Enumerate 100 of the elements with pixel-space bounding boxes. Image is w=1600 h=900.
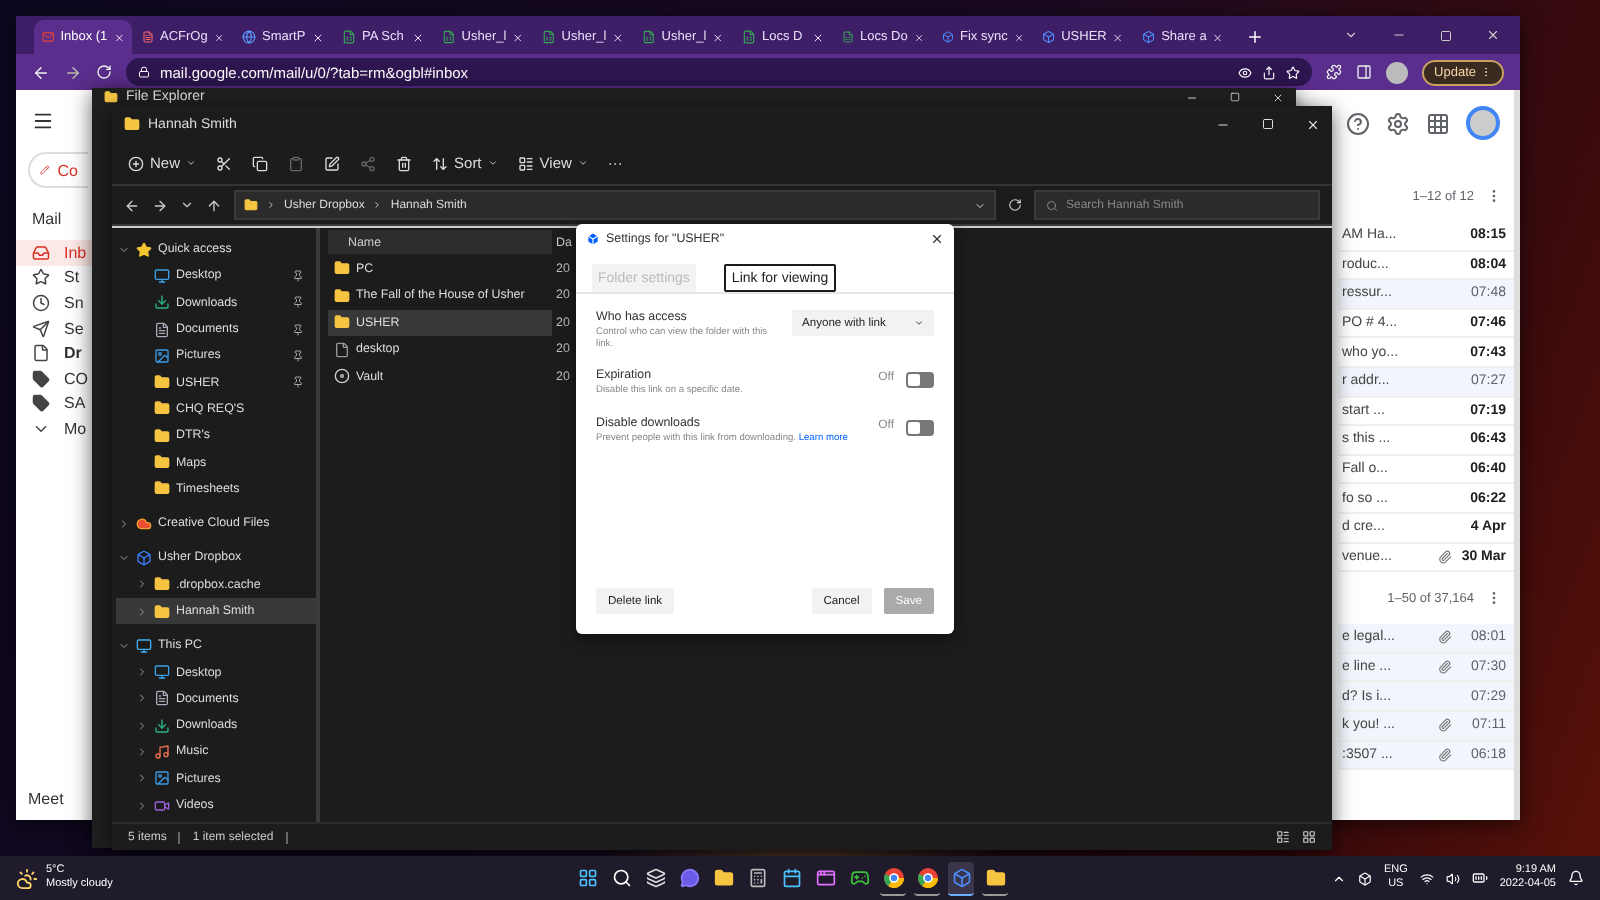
box-icon bbox=[942, 30, 954, 44]
cut-icon[interactable] bbox=[216, 155, 233, 171]
folder-icon bbox=[985, 867, 1005, 887]
spreadsheet-icon bbox=[742, 30, 756, 44]
folder-icon bbox=[154, 427, 170, 444]
nav-item[interactable]: Mo bbox=[16, 416, 92, 442]
maximize-icon[interactable] bbox=[1230, 92, 1240, 102]
minimize-icon[interactable] bbox=[1186, 91, 1198, 103]
nav-item[interactable]: Inb bbox=[16, 240, 92, 266]
apps-icon[interactable] bbox=[1426, 111, 1450, 135]
folder-icon bbox=[154, 400, 170, 417]
chevron-right-icon[interactable] bbox=[135, 578, 147, 591]
compose-button[interactable]: Co bbox=[28, 152, 88, 188]
extensions-icon[interactable] bbox=[1326, 64, 1343, 80]
settings-icon[interactable] bbox=[1386, 111, 1410, 135]
help-icon[interactable] bbox=[1346, 111, 1370, 135]
forward-icon[interactable] bbox=[64, 63, 82, 81]
chevron-down-icon[interactable] bbox=[1344, 28, 1358, 42]
chevron-right-icon[interactable] bbox=[135, 692, 147, 705]
forward-icon[interactable] bbox=[152, 197, 168, 213]
chevron-right-icon[interactable] bbox=[135, 745, 147, 758]
caret-icon bbox=[487, 158, 498, 168]
monitor-icon bbox=[154, 664, 170, 681]
box-icon bbox=[586, 231, 600, 245]
avatar[interactable] bbox=[1386, 61, 1409, 83]
avatar[interactable] bbox=[1466, 106, 1500, 140]
eye-icon[interactable] bbox=[1238, 65, 1253, 79]
new-tab-icon[interactable] bbox=[1246, 28, 1264, 46]
folder-icon bbox=[154, 603, 170, 619]
toggle-switch[interactable] bbox=[906, 419, 934, 436]
nav-item[interactable]: SA bbox=[16, 391, 92, 417]
plus-icon bbox=[128, 155, 144, 171]
folder-icon bbox=[334, 314, 350, 330]
chevron-right-icon[interactable] bbox=[117, 517, 129, 530]
label-icon bbox=[32, 369, 50, 388]
menu-icon[interactable] bbox=[32, 110, 54, 132]
folder-icon bbox=[334, 287, 350, 303]
video-icon bbox=[154, 797, 170, 814]
nav-item[interactable]: Se bbox=[16, 315, 92, 341]
wifi-icon[interactable] bbox=[1419, 871, 1434, 885]
back-icon[interactable] bbox=[32, 63, 50, 81]
chevron-right-icon bbox=[266, 200, 276, 210]
box-icon[interactable] bbox=[1357, 871, 1372, 885]
notification-icon[interactable] bbox=[1568, 870, 1584, 886]
taskbar-button[interactable] bbox=[948, 861, 974, 895]
minimize-icon[interactable] bbox=[1392, 28, 1406, 42]
battery-icon[interactable] bbox=[1471, 870, 1488, 886]
back-icon[interactable] bbox=[124, 197, 140, 213]
volume-icon[interactable] bbox=[1445, 871, 1460, 885]
lock-icon bbox=[138, 66, 150, 78]
sort-icon bbox=[432, 155, 449, 171]
mail-icon bbox=[42, 30, 55, 44]
rename-icon[interactable] bbox=[324, 155, 341, 171]
tiles-view-icon[interactable] bbox=[1302, 830, 1316, 844]
reload-icon[interactable] bbox=[96, 64, 112, 80]
bookmark-icon[interactable] bbox=[1286, 65, 1301, 79]
delete-icon[interactable] bbox=[396, 155, 413, 171]
chevron-right-icon[interactable] bbox=[135, 719, 147, 732]
search-icon bbox=[611, 867, 631, 887]
caret-icon bbox=[577, 158, 588, 168]
folder-icon bbox=[154, 454, 170, 471]
refresh-icon[interactable] bbox=[1008, 198, 1022, 212]
side-panel-icon[interactable] bbox=[1356, 64, 1373, 80]
nav-item[interactable]: Sn bbox=[16, 290, 92, 316]
paste-icon[interactable] bbox=[288, 155, 305, 171]
chevron-right-icon[interactable] bbox=[135, 799, 147, 812]
chevron-down-icon[interactable] bbox=[180, 198, 194, 212]
meet-heading[interactable]: Meet bbox=[28, 790, 64, 808]
share-icon[interactable] bbox=[1262, 65, 1277, 79]
chevron-right-icon[interactable] bbox=[135, 772, 147, 785]
image-icon bbox=[154, 347, 170, 364]
nav-item[interactable]: CO bbox=[16, 365, 92, 392]
up-icon[interactable] bbox=[206, 197, 222, 213]
caret-icon bbox=[186, 158, 197, 168]
label-icon bbox=[32, 394, 50, 413]
copy-icon[interactable] bbox=[252, 155, 269, 171]
box-icon bbox=[951, 867, 971, 887]
spreadsheet-icon bbox=[342, 30, 356, 44]
download-icon bbox=[154, 294, 170, 311]
spreadsheet-icon bbox=[542, 30, 556, 44]
star-icon bbox=[32, 268, 50, 287]
windows-icon bbox=[577, 867, 597, 887]
weather-icon[interactable] bbox=[16, 867, 38, 889]
pencil-icon bbox=[40, 162, 50, 178]
mail-heading[interactable]: Mail bbox=[32, 210, 92, 228]
nav-item[interactable]: St bbox=[16, 265, 92, 291]
music-icon bbox=[154, 743, 170, 760]
chevron-right-icon[interactable] bbox=[135, 666, 147, 679]
nav-item[interactable]: Dr bbox=[16, 340, 92, 366]
maximize-icon[interactable] bbox=[1440, 30, 1452, 42]
maximize-icon[interactable] bbox=[1262, 118, 1274, 130]
app-icon bbox=[815, 867, 835, 887]
details-view-icon[interactable] bbox=[1276, 830, 1290, 844]
globe-icon bbox=[242, 30, 256, 44]
close-icon[interactable] bbox=[930, 231, 944, 245]
computer-icon bbox=[136, 637, 152, 654]
folder-icon bbox=[713, 867, 733, 887]
task-view-icon bbox=[645, 867, 665, 887]
toggle-switch[interactable] bbox=[906, 372, 934, 389]
chevron-up-icon[interactable] bbox=[1331, 871, 1346, 885]
